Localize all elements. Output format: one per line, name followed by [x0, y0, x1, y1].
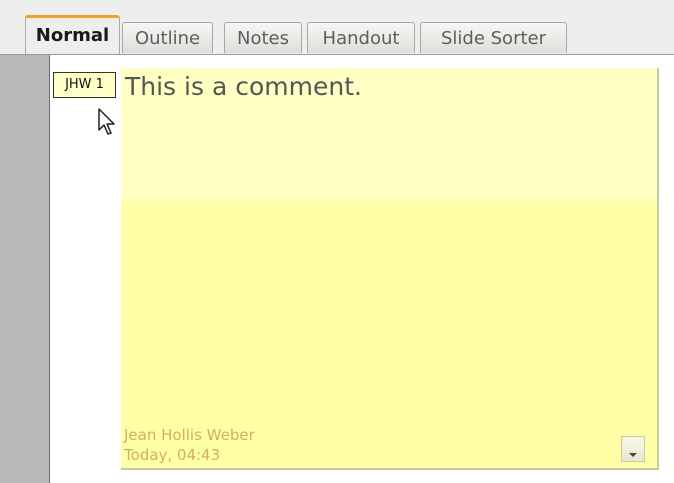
- tab-notes[interactable]: Notes: [224, 22, 302, 53]
- chevron-down-icon: [629, 453, 637, 457]
- comment-box[interactable]: This is a comment. Jean Hollis Weber Tod…: [121, 68, 659, 470]
- tab-slide-sorter[interactable]: Slide Sorter: [420, 22, 567, 53]
- tab-normal[interactable]: Normal: [25, 15, 120, 55]
- comment-author: Jean Hollis Weber: [124, 426, 255, 444]
- view-tab-bar: Normal Outline Notes Handout Slide Sorte…: [0, 0, 674, 55]
- tab-outline[interactable]: Outline: [122, 22, 213, 53]
- mouse-pointer-icon: [98, 108, 115, 135]
- comment-text[interactable]: This is a comment.: [125, 72, 362, 101]
- tab-handout[interactable]: Handout: [307, 22, 415, 53]
- slide-margin: [0, 55, 50, 483]
- comment-menu-button[interactable]: [621, 436, 645, 462]
- comment-date: Today, 04:43: [124, 446, 221, 464]
- comment-marker[interactable]: JHW 1: [53, 72, 116, 98]
